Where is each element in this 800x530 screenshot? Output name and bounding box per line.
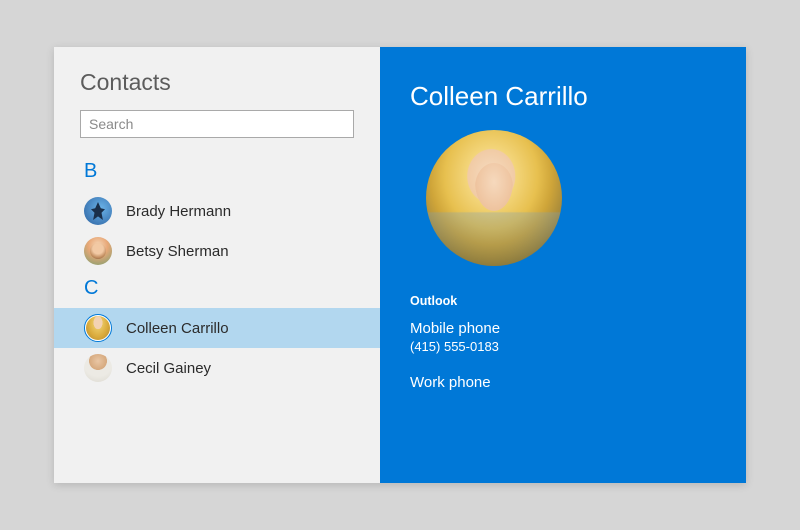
detail-section-label: Outlook [410,294,716,308]
contact-name: Cecil Gainey [126,360,211,377]
contact-name: Colleen Carrillo [126,320,229,337]
avatar-icon [84,197,112,225]
avatar-icon [84,354,112,382]
detail-contact-name: Colleen Carrillo [410,81,716,112]
contacts-window: Contacts B Brady Hermann Betsy Sherman C… [54,47,746,483]
search-box [80,110,354,138]
contact-item-betsy[interactable]: Betsy Sherman [54,231,380,271]
contact-name: Brady Hermann [126,203,231,220]
work-phone-label: Work phone [410,374,716,391]
contacts-sidebar: Contacts B Brady Hermann Betsy Sherman C… [54,47,380,483]
contact-name: Betsy Sherman [126,243,229,260]
search-input[interactable] [80,110,354,138]
contact-item-cecil[interactable]: Cecil Gainey [54,348,380,388]
group-header-b[interactable]: B [54,154,380,191]
mobile-phone-label: Mobile phone [410,320,716,337]
sidebar-title: Contacts [54,69,380,110]
contact-item-brady[interactable]: Brady Hermann [54,191,380,231]
group-header-c[interactable]: C [54,271,380,308]
avatar-icon [84,314,112,342]
contact-item-colleen[interactable]: Colleen Carrillo [54,308,380,348]
avatar-icon [84,237,112,265]
mobile-phone-value[interactable]: (415) 555-0183 [410,339,716,354]
contact-detail-pane: Colleen Carrillo Outlook Mobile phone (4… [380,47,746,483]
detail-avatar [426,130,562,266]
